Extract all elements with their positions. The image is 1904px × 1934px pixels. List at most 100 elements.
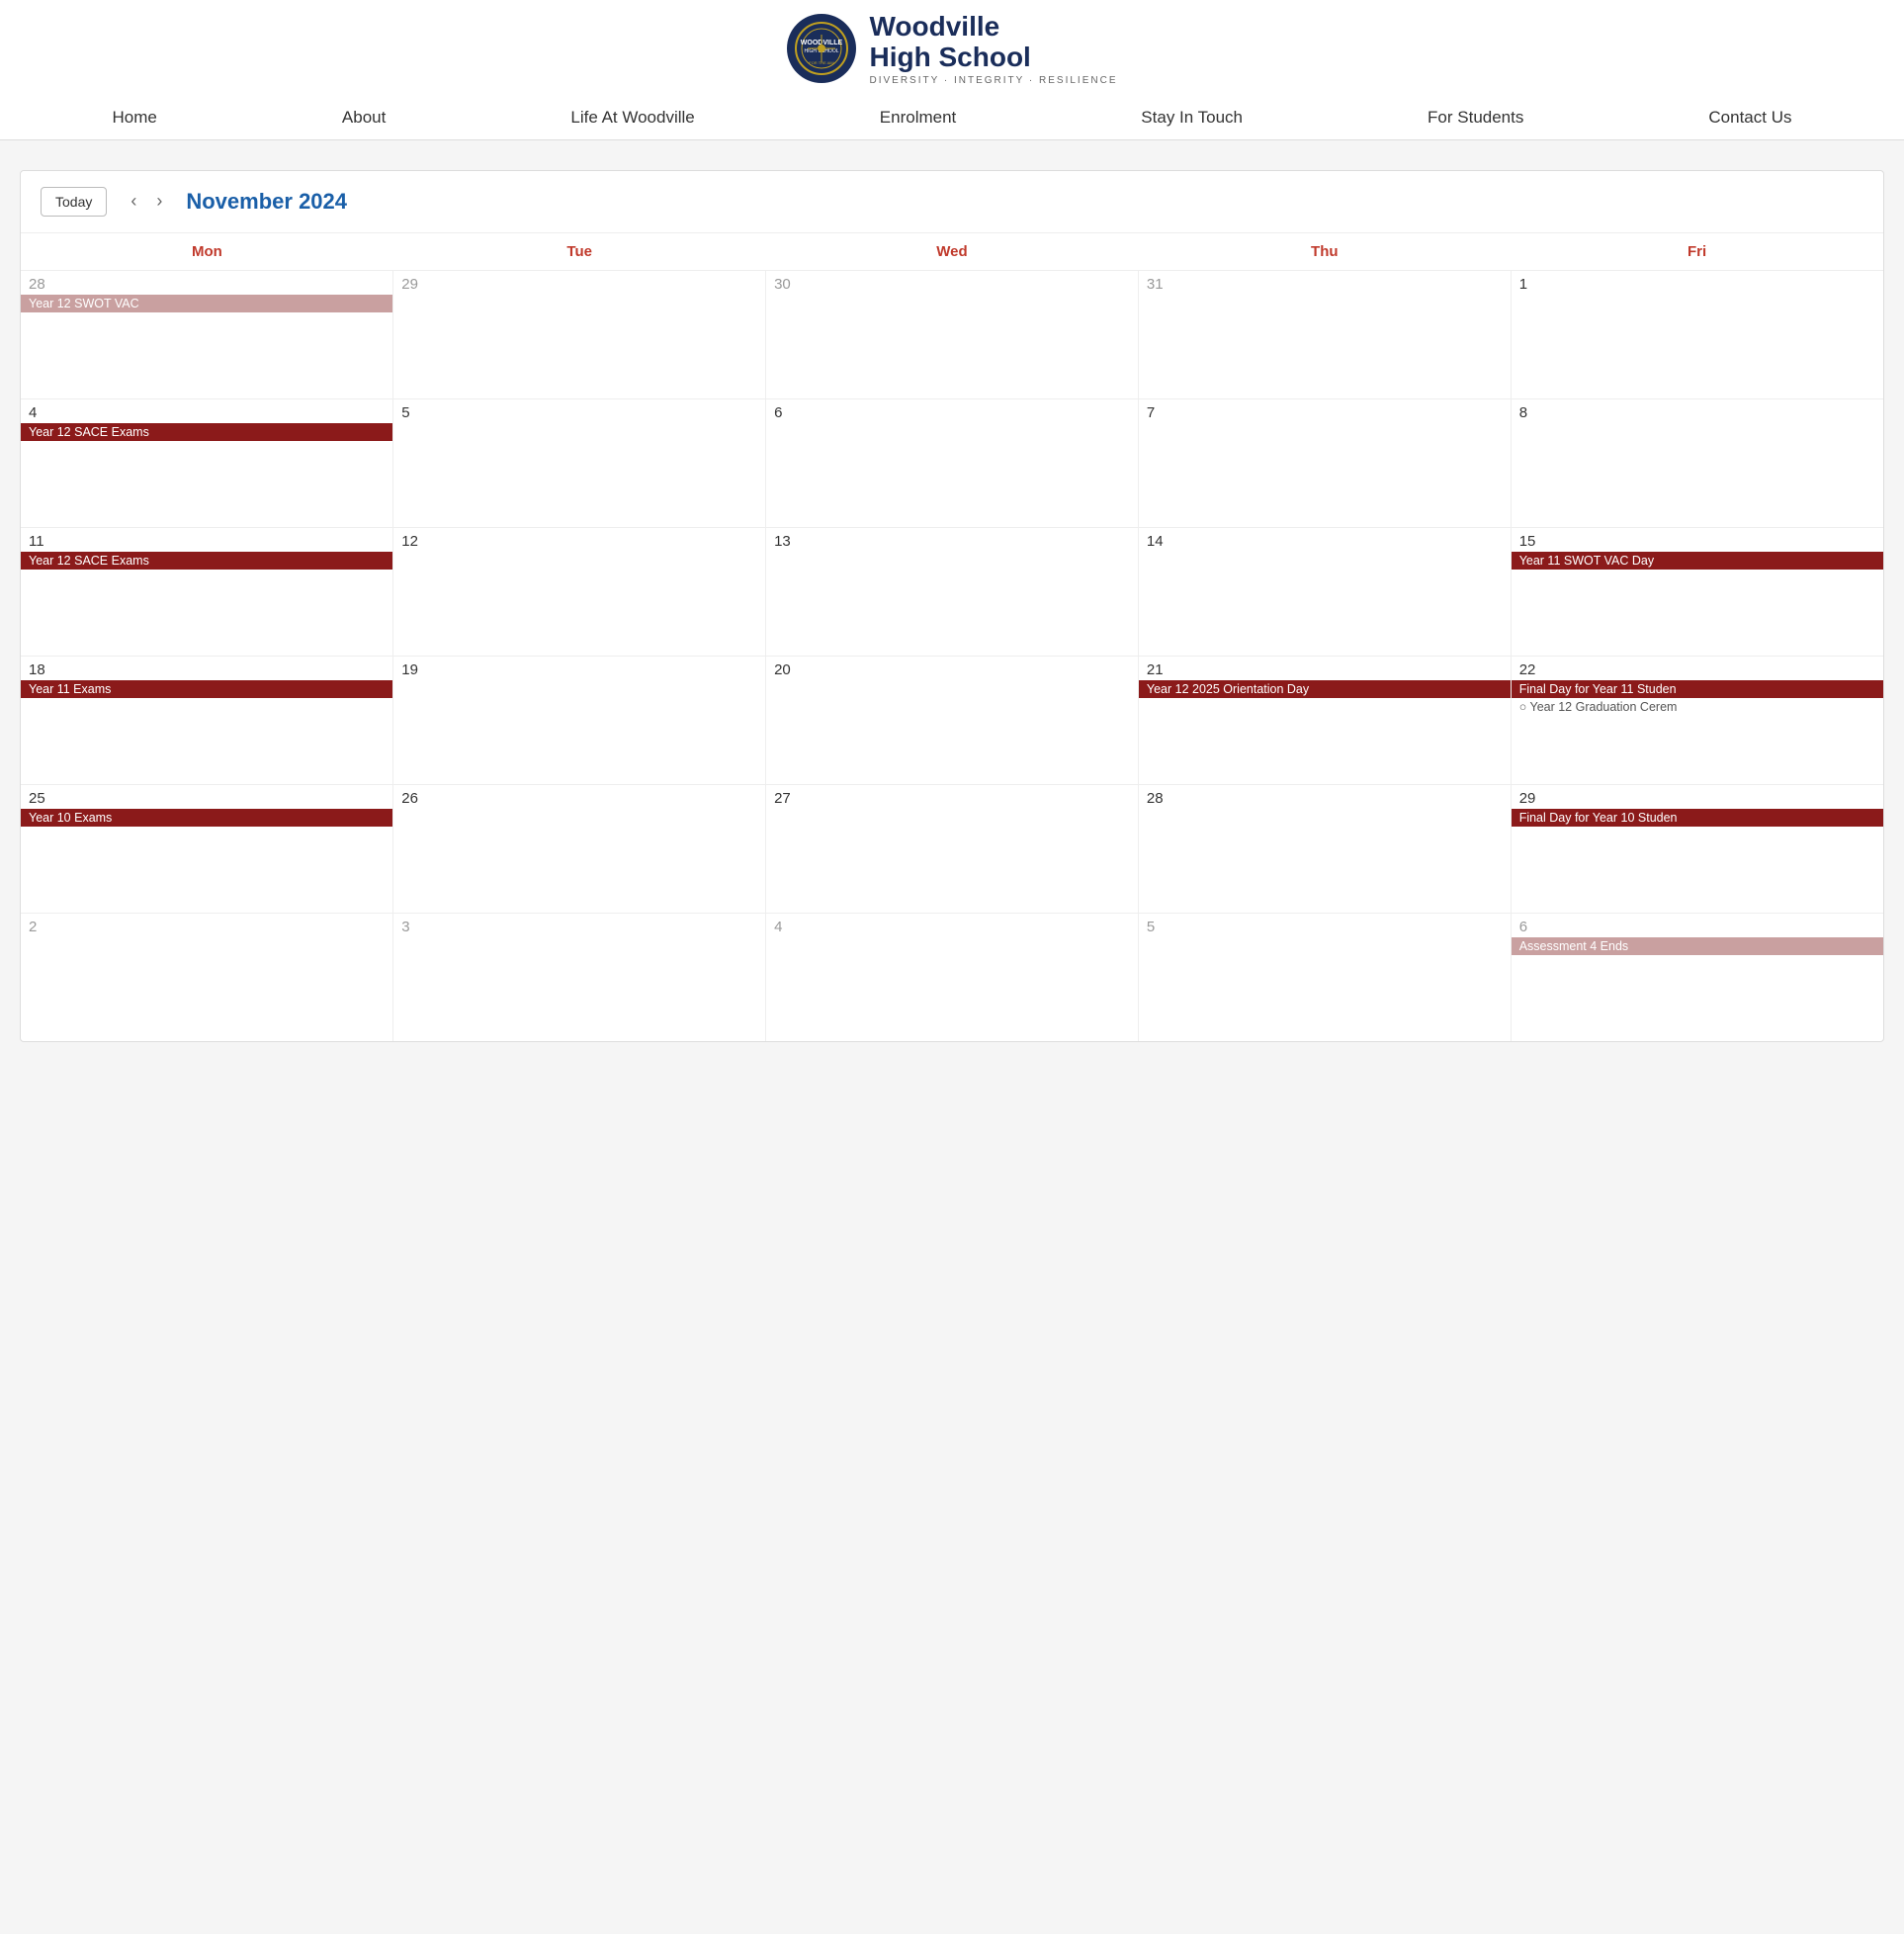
site-header: WOODVILLE HIGH SCHOOL FOR THE AIM Woodvi… xyxy=(0,0,1904,140)
nav-arrows: ‹ › xyxy=(123,189,170,214)
date-number: 26 xyxy=(393,785,765,809)
cal-cell: 20 xyxy=(766,656,1139,784)
date-number: 1 xyxy=(1512,271,1883,295)
date-number: 18 xyxy=(21,657,392,680)
nav-life[interactable]: Life At Woodville xyxy=(553,96,712,139)
cal-cell: 19 xyxy=(393,656,766,784)
school-tagline: DIVERSITY · INTEGRITY · RESILIENCE xyxy=(870,75,1118,86)
cal-cell: 11 Year 12 SACE Exams xyxy=(21,527,393,656)
date-number: 15 xyxy=(1512,528,1883,552)
event-bar[interactable]: Final Day for Year 10 Studen xyxy=(1512,809,1883,827)
calendar-table: Mon Tue Wed Thu Fri 28 Year 12 SWOT VAC xyxy=(21,233,1883,1042)
day-header-mon: Mon xyxy=(21,233,393,271)
event-bar[interactable]: Year 12 2025 Orientation Day xyxy=(1139,680,1511,698)
date-number: 6 xyxy=(766,399,1138,423)
date-number: 25 xyxy=(21,785,392,809)
nav-stay[interactable]: Stay In Touch xyxy=(1123,96,1260,139)
nav-students[interactable]: For Students xyxy=(1410,96,1541,139)
cal-cell: 25 Year 10 Exams xyxy=(21,784,393,913)
calendar-container: Today ‹ › November 2024 Mon Tue Wed Thu … xyxy=(20,170,1884,1043)
date-number: 20 xyxy=(766,657,1138,680)
date-number: 4 xyxy=(766,914,1138,937)
cal-cell: 13 xyxy=(766,527,1139,656)
date-number: 6 xyxy=(1512,914,1883,937)
school-name-line1: Woodville xyxy=(870,12,1118,43)
week-row: 11 Year 12 SACE Exams 12 13 14 xyxy=(21,527,1883,656)
prev-month-button[interactable]: ‹ xyxy=(123,189,144,214)
month-title: November 2024 xyxy=(186,189,347,215)
date-number: 2 xyxy=(21,914,392,937)
cal-cell: 18 Year 11 Exams xyxy=(21,656,393,784)
date-number: 5 xyxy=(393,399,765,423)
cal-cell: 30 xyxy=(766,270,1139,398)
cal-cell: 31 xyxy=(1138,270,1511,398)
day-header-tue: Tue xyxy=(393,233,766,271)
date-number: 29 xyxy=(1512,785,1883,809)
date-number: 28 xyxy=(21,271,392,295)
week-row: 2 3 4 5 6 Assessment 4 End xyxy=(21,913,1883,1041)
date-number: 21 xyxy=(1139,657,1511,680)
cal-cell: 28 Year 12 SWOT VAC xyxy=(21,270,393,398)
cal-cell: 27 xyxy=(766,784,1139,913)
date-number: 3 xyxy=(393,914,765,937)
event-bar[interactable]: Year 12 SACE Exams xyxy=(21,423,392,441)
date-number: 7 xyxy=(1139,399,1511,423)
cal-cell: 6 xyxy=(766,398,1139,527)
date-number: 11 xyxy=(21,528,392,552)
svg-text:FOR THE AIM: FOR THE AIM xyxy=(809,60,833,65)
event-dot[interactable]: ○ Year 12 Graduation Cerem xyxy=(1512,698,1883,716)
cal-cell: 6 Assessment 4 Ends xyxy=(1511,913,1883,1041)
date-number: 13 xyxy=(766,528,1138,552)
event-bar[interactable]: Year 12 SWOT VAC xyxy=(21,295,392,312)
week-row: 25 Year 10 Exams 26 27 28 xyxy=(21,784,1883,913)
cal-cell: 7 xyxy=(1138,398,1511,527)
day-headers-row: Mon Tue Wed Thu Fri xyxy=(21,233,1883,271)
cal-cell: 15 Year 11 SWOT VAC Day xyxy=(1511,527,1883,656)
cal-cell: 8 xyxy=(1511,398,1883,527)
nav-enrolment[interactable]: Enrolment xyxy=(862,96,974,139)
cal-cell: 5 xyxy=(1138,913,1511,1041)
cal-cell: 4 Year 12 SACE Exams xyxy=(21,398,393,527)
nav-home[interactable]: Home xyxy=(95,96,175,139)
cal-cell: 2 xyxy=(21,913,393,1041)
date-number: 4 xyxy=(21,399,392,423)
event-bar[interactable]: Year 11 Exams xyxy=(21,680,392,698)
cal-cell: 21 Year 12 2025 Orientation Day xyxy=(1138,656,1511,784)
cal-cell: 28 xyxy=(1138,784,1511,913)
cal-cell: 26 xyxy=(393,784,766,913)
nav-about[interactable]: About xyxy=(324,96,403,139)
cal-cell: 29 Final Day for Year 10 Studen xyxy=(1511,784,1883,913)
calendar-header: Today ‹ › November 2024 xyxy=(21,171,1883,233)
school-logo: WOODVILLE HIGH SCHOOL FOR THE AIM xyxy=(787,14,856,83)
event-bar[interactable]: Year 11 SWOT VAC Day xyxy=(1512,552,1883,570)
school-name: Woodville High School DIVERSITY · INTEGR… xyxy=(870,12,1118,86)
cal-cell: 5 xyxy=(393,398,766,527)
event-bar[interactable]: Year 10 Exams xyxy=(21,809,392,827)
date-number: 5 xyxy=(1139,914,1511,937)
page-wrapper: WOODVILLE HIGH SCHOOL FOR THE AIM Woodvi… xyxy=(0,0,1904,1934)
cal-cell: 12 xyxy=(393,527,766,656)
next-month-button[interactable]: › xyxy=(148,189,170,214)
date-number: 29 xyxy=(393,271,765,295)
school-name-line2: High School xyxy=(870,43,1118,73)
logo-area: WOODVILLE HIGH SCHOOL FOR THE AIM Woodvi… xyxy=(787,12,1118,86)
day-header-thu: Thu xyxy=(1138,233,1511,271)
event-bar[interactable]: Final Day for Year 11 Studen xyxy=(1512,680,1883,698)
cal-cell: 14 xyxy=(1138,527,1511,656)
cal-cell: 29 xyxy=(393,270,766,398)
date-number: 19 xyxy=(393,657,765,680)
cal-cell: 1 xyxy=(1511,270,1883,398)
event-bar[interactable]: Year 12 SACE Exams xyxy=(21,552,392,570)
cal-cell: 4 xyxy=(766,913,1139,1041)
today-button[interactable]: Today xyxy=(41,187,107,217)
cal-cell: 22 Final Day for Year 11 Studen ○ Year 1… xyxy=(1511,656,1883,784)
date-number: 22 xyxy=(1512,657,1883,680)
day-header-fri: Fri xyxy=(1511,233,1883,271)
day-header-wed: Wed xyxy=(766,233,1139,271)
date-number: 12 xyxy=(393,528,765,552)
calendar-wrapper: Today ‹ › November 2024 Mon Tue Wed Thu … xyxy=(0,140,1904,1934)
nav-contact[interactable]: Contact Us xyxy=(1690,96,1809,139)
event-bar[interactable]: Assessment 4 Ends xyxy=(1512,937,1883,955)
week-row: 28 Year 12 SWOT VAC 29 30 31 xyxy=(21,270,1883,398)
date-number: 14 xyxy=(1139,528,1511,552)
